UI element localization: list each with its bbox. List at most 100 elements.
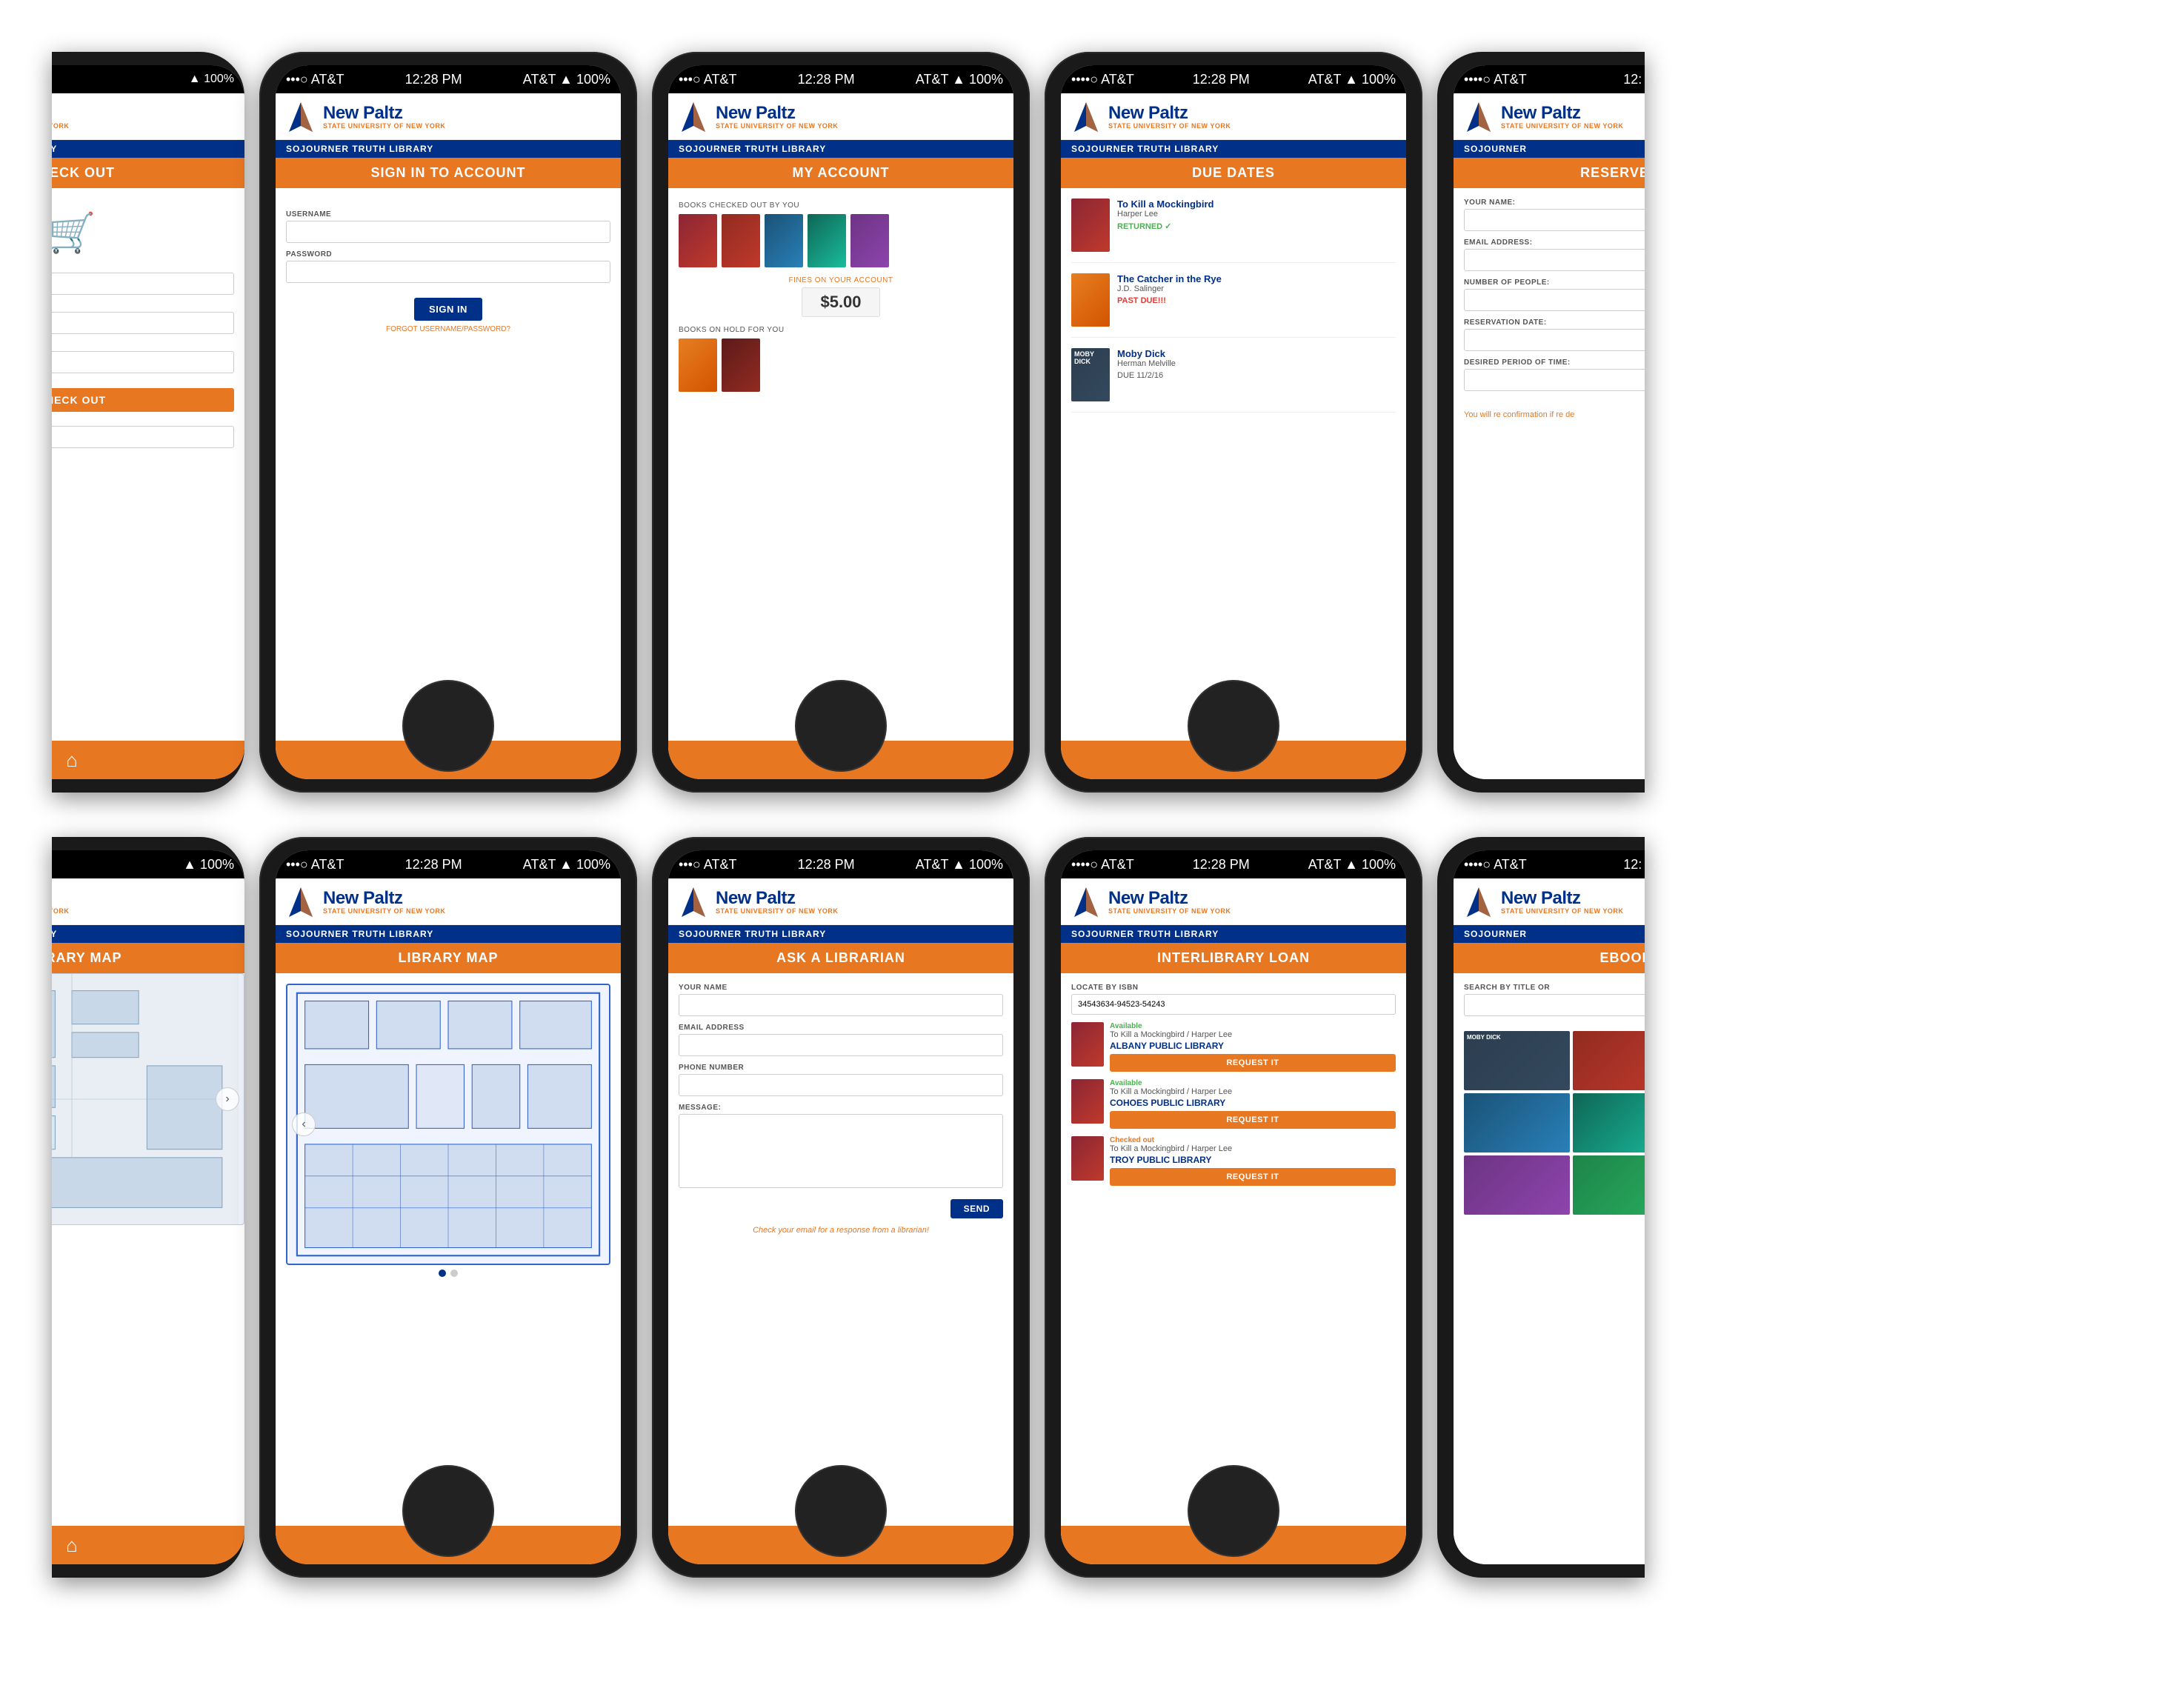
ebook-cover-8[interactable] [1573, 1155, 1645, 1215]
book-cover-2 [722, 214, 760, 267]
ill-item-3: Checked out To Kill a Mockingbird / Harp… [1071, 1136, 1396, 1186]
bottom-nav-myaccount[interactable]: ⌂ [668, 741, 1013, 779]
ebook-grid: MOBY DICK [1464, 1031, 1645, 1215]
ill-screen: LOCATE BY ISBN Available To Kill a Mocki… [1061, 973, 1406, 1526]
checked-out-label: BOOKS CHECKED OUT BY YOU [679, 201, 1003, 210]
address-input[interactable] [52, 351, 234, 373]
bottom-nav-lm1[interactable]: ⌂ [52, 1526, 244, 1564]
ill-title-3: To Kill a Mockingbird / Harper Lee [1110, 1144, 1396, 1153]
ill-avail-2: Available [1110, 1079, 1396, 1087]
holds-covers [679, 338, 1003, 392]
barcode-input[interactable] [52, 273, 234, 295]
logo-bar-duedates: New Paltz State University of New York [1061, 93, 1406, 140]
map-dot-2[interactable] [450, 1270, 458, 1277]
logo-sub: State University of New York [52, 123, 69, 130]
time-reservest: 12: [1623, 72, 1642, 87]
bottom-nav[interactable]: ⌂ [52, 741, 244, 779]
due-cover-2 [1071, 273, 1110, 327]
book-cover-5 [850, 214, 889, 267]
search-input-ebook[interactable] [1464, 994, 1645, 1016]
signin-button[interactable]: SIGN IN [414, 298, 482, 321]
logo-bar-myaccount: New Paltz State University of New York [668, 93, 1013, 140]
num-people-input-r[interactable] [1464, 289, 1645, 311]
logo-bar-ebook: New Paltz State University of New York [1454, 878, 1645, 925]
email-input-r[interactable] [1464, 249, 1645, 271]
your-name-input-ask[interactable] [679, 994, 1003, 1016]
due-author-3: Herman Melville [1117, 359, 1396, 368]
carrier-signin: •••○ AT&T [286, 72, 344, 87]
due-status-1: RETURNED ✓ [1117, 221, 1396, 231]
home-icon-duedates: ⌂ [1228, 749, 1239, 772]
password-input[interactable] [286, 261, 610, 283]
username-input[interactable] [286, 221, 610, 243]
bottom-nav-ask[interactable]: ⌂ [668, 1526, 1013, 1564]
logo-sub-myaccount: State University of New York [716, 123, 838, 130]
request-btn-3[interactable]: REQUEST IT [1110, 1168, 1396, 1186]
app-header-signin: New Paltz State University of New York S… [276, 93, 621, 188]
carrier-myaccount: •••○ AT&T [679, 72, 736, 87]
phone-input-ask[interactable] [679, 1074, 1003, 1096]
phone-reservest: ••••○ AT&T 12: AT&T ▲ New Paltz State Un… [1437, 52, 1645, 793]
desired-period-input-r[interactable] [1464, 369, 1645, 391]
map-arrow-left-2[interactable]: ‹ [292, 1112, 316, 1136]
email-input-ask[interactable] [679, 1034, 1003, 1056]
ebook-cover-5[interactable] [1573, 1093, 1645, 1152]
bottom-nav-duedates[interactable]: ⌂ [1061, 741, 1406, 779]
home-icon-lm2: ⌂ [442, 1534, 454, 1557]
send-button-ask[interactable]: SEND [950, 1199, 1003, 1218]
map-dot-1[interactable] [439, 1270, 446, 1277]
ebook-cover-4[interactable] [1464, 1093, 1570, 1152]
request-btn-1[interactable]: REQUEST IT [1110, 1054, 1396, 1072]
password-label: PASSWORD [286, 250, 610, 258]
checkout-button[interactable]: CHECK OUT [52, 388, 234, 412]
ill-info-2: Available To Kill a Mockingbird / Harper… [1110, 1079, 1396, 1129]
map-dots [286, 1270, 610, 1277]
res-date-input-r[interactable] [1464, 329, 1645, 351]
page-title-ebook: EBOOK [1454, 943, 1645, 973]
ill-item-1: Available To Kill a Mockingbird / Harper… [1071, 1022, 1396, 1072]
bottom-nav-ill[interactable]: ⌂ [1061, 1526, 1406, 1564]
ill-avail-1: Available [1110, 1022, 1396, 1030]
logo-icon-ill [1071, 884, 1101, 920]
name-input[interactable] [52, 312, 234, 334]
status-bar-myaccount: •••○ AT&T 12:28 PM AT&T ▲ 100% [668, 65, 1013, 93]
isbn-input-ill[interactable] [1071, 994, 1396, 1015]
logo-main-ebook: New Paltz [1501, 889, 1623, 908]
map-arrow-right-1[interactable]: › [216, 1087, 239, 1111]
due-info-2: The Catcher in the Rye J.D. Salinger PAS… [1117, 273, 1396, 305]
logo-sub-lm1: State University of New York [52, 908, 69, 915]
book-cover-4 [808, 214, 846, 267]
library-bar-myaccount: Sojourner Truth Library [668, 140, 1013, 158]
forgot-link[interactable]: FORGOT USERNAME/PASSWORD? [286, 325, 610, 333]
due-back-input[interactable] [52, 426, 234, 448]
home-icon-myaccount: ⌂ [835, 749, 847, 772]
username-label: USERNAME [286, 210, 610, 218]
time-ask: 12:28 PM [798, 857, 855, 873]
book-cover-1 [679, 214, 717, 267]
phone-librarymap2-inner: •••○ AT&T 12:28 PM AT&T ▲ 100% New Paltz… [276, 850, 621, 1564]
ebook-cover-2[interactable] [1573, 1031, 1645, 1090]
app-header-myaccount: New Paltz State University of New York S… [668, 93, 1013, 188]
phone-ill-inner: ••••○ AT&T 12:28 PM AT&T ▲ 100% New Palt… [1061, 850, 1406, 1564]
status-bar-reservest: ••••○ AT&T 12: AT&T ▲ [1454, 65, 1645, 93]
bottom-nav-signin[interactable]: ⌂ [276, 741, 621, 779]
request-btn-2[interactable]: REQUEST IT [1110, 1111, 1396, 1129]
myaccount-screen: BOOKS CHECKED OUT BY YOU FINES ON YOUR A… [668, 188, 1013, 741]
status-right-lm1: ▲ 100% [183, 857, 234, 873]
name-label: NAME [52, 302, 234, 310]
bottom-nav-lm2[interactable]: ⌂ [276, 1526, 621, 1564]
map-container-2: ‹ [286, 984, 610, 1265]
status-right-duedates: AT&T ▲ 100% [1308, 72, 1396, 87]
home-icon-ill: ⌂ [1228, 1534, 1239, 1557]
carrier-lm2: •••○ AT&T [286, 857, 344, 873]
your-name-input-r[interactable] [1464, 209, 1645, 231]
page-title-ill: INTERLIBRARY LOAN [1061, 943, 1406, 973]
logo-icon-ask [679, 884, 708, 920]
page-title-ask: ASK A LIBRARIAN [668, 943, 1013, 973]
message-textarea-ask[interactable] [679, 1114, 1003, 1188]
ebook-cover-1[interactable]: MOBY DICK [1464, 1031, 1570, 1090]
ebook-cover-7[interactable] [1464, 1155, 1570, 1215]
due-item-1: To Kill a Mockingbird Harper Lee RETURNE… [1071, 199, 1396, 263]
library-bar-signin: Sojourner Truth Library [276, 140, 621, 158]
logo-main-duedates: New Paltz [1108, 104, 1231, 123]
